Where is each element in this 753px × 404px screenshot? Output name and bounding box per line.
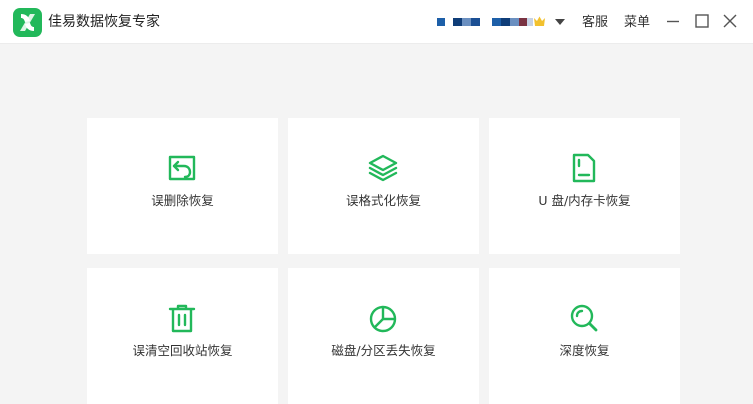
- option-label: U 盘/内存卡恢复: [538, 193, 631, 208]
- option-label: 深度恢复: [559, 343, 610, 358]
- chevron-down-icon[interactable]: [555, 18, 565, 26]
- layers-icon: [368, 154, 398, 182]
- option-label: 误格式化恢复: [345, 193, 421, 208]
- pixel-block: [445, 18, 453, 26]
- option-card-usb-card-recovery[interactable]: U 盘/内存卡恢复: [489, 118, 680, 254]
- option-card-deleted-recovery[interactable]: 误删除恢复: [87, 118, 278, 254]
- pie-chart-icon: [369, 305, 397, 333]
- pixel-block: [510, 18, 519, 26]
- maximize-button[interactable]: [693, 12, 711, 30]
- trash-bin-icon: [168, 304, 196, 333]
- account-name-pixelated[interactable]: [437, 13, 533, 31]
- app-title: 佳易数据恢复专家: [48, 14, 160, 30]
- option-label: 误清空回收站恢复: [132, 343, 233, 358]
- deleted-file-restore-icon: [168, 155, 196, 181]
- option-label: 磁盘/分区丢失恢复: [331, 343, 436, 358]
- pixel-block: [480, 18, 492, 26]
- pixel-block: [462, 18, 471, 26]
- pixel-block: [453, 18, 462, 26]
- pixel-block: [519, 18, 527, 26]
- pixel-block: [501, 18, 510, 26]
- title-bar: 佳易数据恢复专家 客服 菜单: [0, 0, 753, 44]
- pixel-block: [437, 18, 445, 26]
- minimize-button[interactable]: [664, 12, 682, 30]
- customer-service-link[interactable]: 客服: [582, 14, 608, 31]
- close-button[interactable]: [721, 12, 739, 30]
- option-card-format-recovery[interactable]: 误格式化恢复: [288, 118, 479, 254]
- option-label: 误删除恢复: [151, 193, 214, 208]
- vip-badge-icon: [534, 16, 545, 26]
- option-card-partition-recovery[interactable]: 磁盘/分区丢失恢复: [288, 268, 479, 404]
- pixel-block: [492, 18, 501, 26]
- option-card-recycle-bin-recovery[interactable]: 误清空回收站恢复: [87, 268, 278, 404]
- deep-search-icon: [570, 304, 598, 332]
- menu-link[interactable]: 菜单: [624, 14, 650, 31]
- option-card-deep-recovery[interactable]: 深度恢复: [489, 268, 680, 404]
- memory-card-icon: [572, 153, 596, 183]
- app-logo-icon: [13, 8, 42, 37]
- pixel-block: [471, 18, 480, 26]
